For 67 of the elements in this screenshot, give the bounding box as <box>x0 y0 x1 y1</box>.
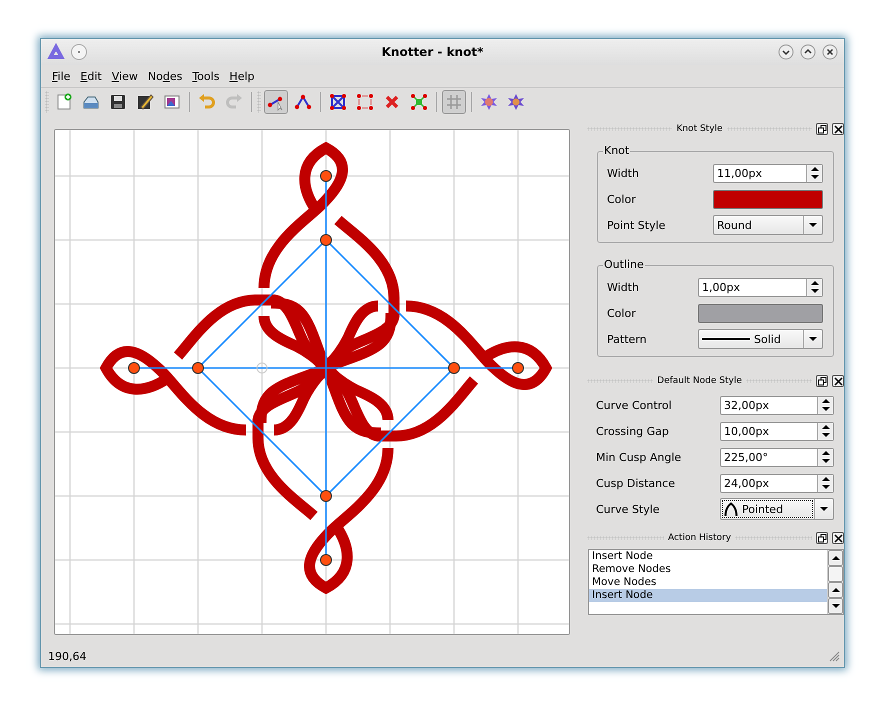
spin-box[interactable]: 1,00px <box>698 278 823 296</box>
crosshair-marker <box>256 362 268 374</box>
image-icon <box>163 93 181 111</box>
float-button[interactable] <box>816 123 828 135</box>
spin-box[interactable]: 10,00px <box>720 422 834 440</box>
close-button[interactable] <box>832 532 844 544</box>
pencil-icon <box>136 93 154 111</box>
scrollbar[interactable] <box>827 550 843 614</box>
undo-icon <box>198 93 216 111</box>
star-icon <box>507 93 525 111</box>
history-item[interactable]: Insert Node <box>589 550 827 563</box>
spin-box[interactable]: 24,00px <box>720 474 834 492</box>
history-item[interactable]: Insert Node <box>589 589 827 602</box>
field-label: Color <box>607 306 637 320</box>
spin-box[interactable]: 225,00° <box>720 448 834 466</box>
float-button[interactable] <box>816 532 828 544</box>
star-icon <box>480 93 498 111</box>
color-swatch-button[interactable] <box>698 304 823 322</box>
field-label: Cusp Distance <box>596 476 676 490</box>
status-text: 190,64 <box>48 650 86 662</box>
menu-item[interactable]: File <box>47 68 76 84</box>
field-label: Crossing Gap <box>596 424 670 438</box>
cross-icon <box>383 93 401 111</box>
spin-box[interactable]: 32,00px <box>720 396 834 414</box>
dock-title: Default Node Style <box>657 376 742 386</box>
app-logo-icon <box>47 43 65 61</box>
spin-box[interactable]: 11,00px <box>713 164 823 182</box>
menu-item[interactable]: Tools <box>187 68 224 84</box>
resize-grip-icon[interactable] <box>828 650 840 662</box>
field-label: Curve Style <box>596 502 661 516</box>
close-button[interactable] <box>832 375 844 387</box>
history-item[interactable]: Remove Nodes <box>589 563 827 576</box>
knot-canvas[interactable] <box>55 130 569 634</box>
maximize-icon[interactable] <box>800 44 816 60</box>
combo-box[interactable]: Solid <box>698 329 823 349</box>
close-icon[interactable] <box>822 44 838 60</box>
new-document-icon <box>55 93 73 111</box>
polyline-icon <box>294 93 312 111</box>
field-label: Min Cusp Angle <box>596 450 682 464</box>
minimize-icon[interactable] <box>778 44 794 60</box>
window-title: Knotter - knot* <box>380 45 484 59</box>
combo-box[interactable]: Round <box>713 215 823 235</box>
history-item[interactable]: Move Nodes <box>589 576 827 589</box>
dock-title: Knot Style <box>676 124 723 134</box>
field-label: Width <box>607 280 640 294</box>
field-label: Point Style <box>607 218 666 232</box>
field-label: Pattern <box>607 332 648 346</box>
close-button[interactable] <box>832 123 844 135</box>
field-label: Curve Control <box>596 398 673 412</box>
group-title: Outline <box>603 258 645 271</box>
grid-icon <box>445 93 463 111</box>
dotted-square-icon <box>356 93 374 111</box>
dock-title: Action History <box>668 533 732 543</box>
menu-item[interactable]: Edit <box>75 68 107 84</box>
color-swatch-button[interactable] <box>713 190 823 208</box>
menu-item[interactable]: View <box>106 68 143 84</box>
group-title: Knot <box>603 144 630 157</box>
menu-item[interactable]: Nodes <box>142 68 188 84</box>
toolbar-button[interactable] <box>264 90 288 114</box>
field-label: Width <box>607 166 640 180</box>
float-button[interactable] <box>816 375 828 387</box>
nodes-icon <box>410 93 428 111</box>
crossed-square-icon <box>329 93 347 111</box>
combo-box[interactable]: Pointed <box>720 498 834 520</box>
redo-icon <box>225 93 243 111</box>
field-label: Color <box>607 192 637 206</box>
menu-item[interactable]: Help <box>224 68 260 84</box>
